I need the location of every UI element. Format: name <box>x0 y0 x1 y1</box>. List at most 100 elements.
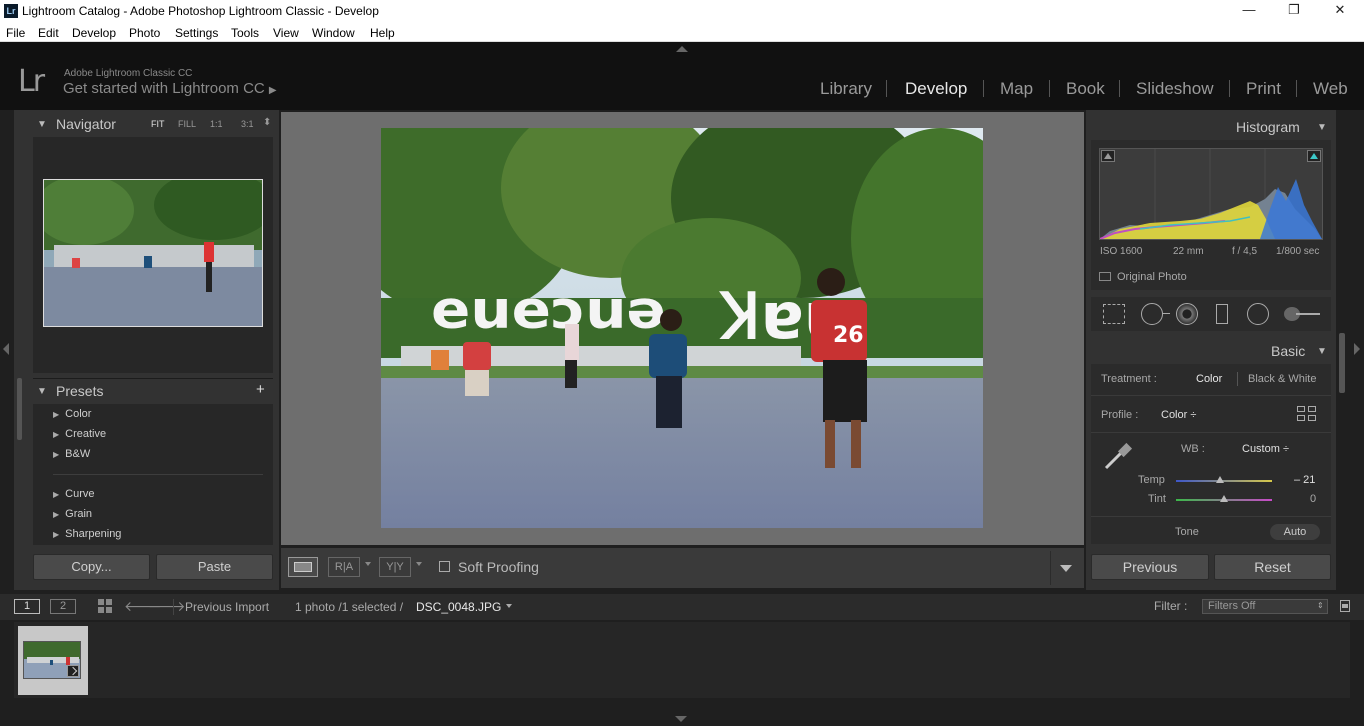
red-eye-tool-icon[interactable] <box>1176 303 1198 325</box>
module-separator <box>1119 80 1120 97</box>
treatment-separator <box>1237 372 1238 386</box>
minimize-button[interactable]: — <box>1234 2 1264 20</box>
menu-bar: File Edit Develop Photo Settings Tools V… <box>0 23 1364 42</box>
toolbar-content-dropdown-icon[interactable] <box>1060 565 1072 572</box>
navigator-collapse-icon[interactable]: ▼ <box>37 119 47 130</box>
menu-file[interactable]: File <box>6 26 25 40</box>
profile-browser-icon[interactable] <box>1297 406 1317 422</box>
histogram-collapse-icon[interactable]: ▼ <box>1317 122 1327 133</box>
collapse-top-panel-icon[interactable] <box>676 46 688 52</box>
grid-view-icon[interactable] <box>98 599 113 614</box>
filename-dropdown-icon[interactable] <box>506 604 512 608</box>
graduated-filter-icon[interactable] <box>1216 304 1228 324</box>
auto-tone-button[interactable]: Auto <box>1270 524 1320 540</box>
wb-dropdown[interactable]: Custom ÷ <box>1242 443 1289 455</box>
edited-badge-icon <box>67 665 79 677</box>
before-after-tb-dropdown-icon[interactable] <box>416 562 422 566</box>
spot-removal-tool-icon[interactable] <box>1141 303 1163 325</box>
soft-proofing-checkbox[interactable] <box>439 561 450 572</box>
module-print[interactable]: Print <box>1246 79 1281 99</box>
module-develop[interactable]: Develop <box>905 79 967 99</box>
crop-tool-icon[interactable] <box>1103 304 1125 324</box>
source-label[interactable]: Previous Import <box>185 600 269 614</box>
left-panel-scrollbar[interactable] <box>17 378 22 440</box>
zoom-more-icon[interactable]: ⬍ <box>263 117 271 128</box>
maximize-button[interactable]: ❐ <box>1279 2 1309 20</box>
module-web[interactable]: Web <box>1313 79 1348 99</box>
module-book[interactable]: Book <box>1066 79 1105 99</box>
collapse-left-panel-icon[interactable] <box>3 343 9 355</box>
exif-aperture: f / 4,5 <box>1232 246 1258 257</box>
zoom-fill[interactable]: FILL <box>178 119 196 129</box>
temp-value[interactable]: – 21 <box>1294 474 1315 486</box>
exif-focal-length: 22 mm <box>1173 246 1204 257</box>
filter-lock-icon[interactable] <box>1340 600 1350 612</box>
main-photo[interactable]: eueɔuǝ Ʞɐu 26 <box>381 128 983 528</box>
navigator-preview[interactable] <box>43 179 263 327</box>
filter-dropdown[interactable]: Filters Off <box>1202 599 1328 614</box>
module-library[interactable]: Library <box>820 79 872 99</box>
right-panel-scrollbar[interactable] <box>1339 333 1345 393</box>
original-photo-label: Original Photo <box>1117 271 1187 283</box>
add-preset-button[interactable]: + <box>256 381 265 398</box>
original-photo-checkbox[interactable] <box>1099 272 1111 281</box>
loupe-view-button[interactable] <box>288 557 318 577</box>
radial-filter-icon[interactable] <box>1247 303 1269 325</box>
preset-group-sharpening[interactable]: ▶ Sharpening <box>53 528 121 540</box>
preset-group-curve[interactable]: ▶ Curve <box>53 488 95 500</box>
second-window-button[interactable]: 2 <box>50 599 76 614</box>
menu-view[interactable]: View <box>273 26 299 40</box>
module-separator <box>1049 80 1050 97</box>
close-button[interactable]: ✕ <box>1325 2 1355 20</box>
module-slideshow[interactable]: Slideshow <box>1136 79 1214 99</box>
zoom-fit[interactable]: FIT <box>151 119 165 129</box>
shadow-clipping-button[interactable] <box>1101 150 1115 162</box>
before-after-dropdown-icon[interactable] <box>365 562 371 566</box>
preset-group-grain[interactable]: ▶ Grain <box>53 508 92 520</box>
filmbar-separator <box>173 599 174 615</box>
treatment-color[interactable]: Color <box>1196 373 1222 385</box>
menu-settings[interactable]: Settings <box>175 26 218 40</box>
menu-tools[interactable]: Tools <box>231 26 259 40</box>
preset-group-creative[interactable]: ▶ Creative <box>53 428 106 440</box>
preset-group-color[interactable]: ▶ Color <box>53 408 91 420</box>
forward-arrow-icon[interactable]: 🡒 <box>148 598 186 615</box>
treatment-bw[interactable]: Black & White <box>1248 373 1316 385</box>
collapse-right-panel-icon[interactable] <box>1354 343 1360 355</box>
identity-line2[interactable]: Get started with Lightroom CC ▶ <box>63 80 277 97</box>
module-map[interactable]: Map <box>1000 79 1033 99</box>
photo-count: 1 photo /1 selected / <box>295 600 404 614</box>
filename[interactable]: DSC_0048.JPG <box>416 600 501 614</box>
basic-divider <box>1091 395 1331 396</box>
histogram-chart <box>1099 149 1322 240</box>
menu-help[interactable]: Help <box>370 26 395 40</box>
temp-slider-thumb[interactable] <box>1216 476 1225 483</box>
tint-value[interactable]: 0 <box>1310 493 1316 505</box>
profile-dropdown[interactable]: Color ÷ <box>1161 409 1196 421</box>
reset-button[interactable]: Reset <box>1214 554 1331 580</box>
before-after-lr-button[interactable]: R|A <box>328 557 360 577</box>
zoom-3-1[interactable]: 3:1 <box>241 119 254 129</box>
previous-button[interactable]: Previous <box>1091 554 1209 580</box>
menu-edit[interactable]: Edit <box>38 26 59 40</box>
collapse-filmstrip-icon[interactable] <box>675 716 687 722</box>
highlight-clipping-button[interactable] <box>1307 150 1321 162</box>
menu-photo[interactable]: Photo <box>129 26 160 40</box>
highlight-clip-icon <box>1310 153 1318 159</box>
main-window-button[interactable]: 1 <box>14 599 40 614</box>
basic-collapse-icon[interactable]: ▼ <box>1317 346 1327 357</box>
basic-title: Basic <box>1271 343 1306 359</box>
presets-collapse-icon[interactable]: ▼ <box>37 386 47 397</box>
menu-window[interactable]: Window <box>312 26 355 40</box>
expand-arrow-icon: ▶ <box>53 410 60 419</box>
tint-slider-thumb[interactable] <box>1220 495 1228 502</box>
before-after-tb-button[interactable]: Y|Y <box>379 557 411 577</box>
copy-button[interactable]: Copy... <box>33 554 150 580</box>
zoom-1-1[interactable]: 1:1 <box>210 119 223 129</box>
preset-group-bw[interactable]: ▶ B&W <box>53 448 90 460</box>
paste-button[interactable]: Paste <box>156 554 273 580</box>
menu-develop[interactable]: Develop <box>72 26 116 40</box>
expand-arrow-icon: ▶ <box>53 430 60 439</box>
white-balance-picker-icon[interactable] <box>1102 440 1134 472</box>
title-bar: Lr Lightroom Catalog - Adobe Photoshop L… <box>0 0 1364 23</box>
